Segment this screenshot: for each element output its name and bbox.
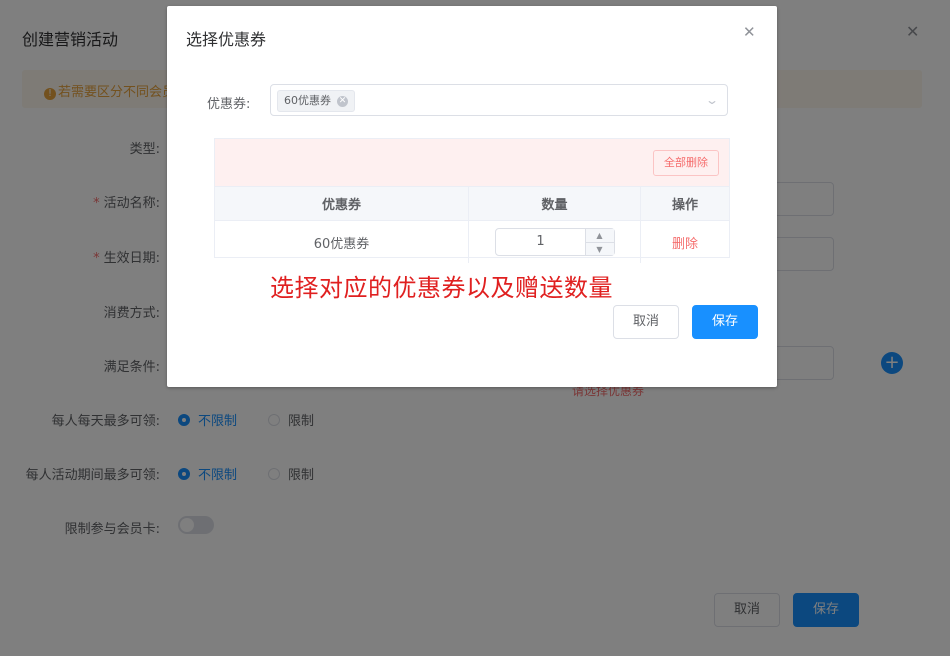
table-row: 60优惠券 1 ▲ ▼ 删除 [215, 220, 729, 263]
decrement-icon[interactable]: ▼ [586, 243, 614, 256]
coupon-label: 优惠券: [207, 97, 251, 112]
increment-icon[interactable]: ▲ [585, 229, 614, 243]
chevron-down-icon: ⌄ [704, 93, 720, 107]
coupon-cell: 60优惠券 [215, 220, 469, 263]
quantity-stepper[interactable]: 1 ▲ ▼ [494, 228, 615, 256]
selected-coupon-tag: 60优惠券 ✕ [277, 90, 355, 112]
dialog-title: 选择优惠券 [186, 30, 267, 49]
dialog-save-button[interactable]: 保存 [692, 305, 758, 339]
column-header-coupon: 优惠券 [215, 186, 469, 221]
select-coupon-dialog: 选择优惠券 ✕ 优惠券: 60优惠券 ✕ ⌄ 全部删除 优惠券 数量 操作 60… [167, 6, 777, 387]
annotation-text: 选择对应的优惠券以及赠送数量 [270, 274, 613, 302]
coupon-select[interactable]: 60优惠券 ✕ ⌄ [270, 84, 728, 116]
table-toolbar: 全部删除 [215, 139, 729, 186]
quantity-cell: 1 ▲ ▼ [468, 220, 641, 263]
column-header-action: 操作 [640, 186, 729, 221]
quantity-value[interactable]: 1 [496, 229, 586, 255]
delete-all-button[interactable]: 全部删除 [653, 150, 719, 176]
close-icon[interactable]: ✕ [743, 23, 756, 41]
column-header-quantity: 数量 [468, 186, 641, 221]
coupon-table-grid: 优惠券 数量 操作 60优惠券 1 ▲ ▼ 删除 [215, 186, 729, 263]
delete-row-link[interactable]: 删除 [672, 237, 698, 252]
dialog-cancel-button[interactable]: 取消 [613, 305, 679, 339]
coupon-table: 全部删除 优惠券 数量 操作 60优惠券 1 ▲ ▼ 删除 [214, 138, 730, 263]
action-cell: 删除 [640, 220, 729, 263]
remove-tag-icon[interactable]: ✕ [337, 95, 348, 107]
